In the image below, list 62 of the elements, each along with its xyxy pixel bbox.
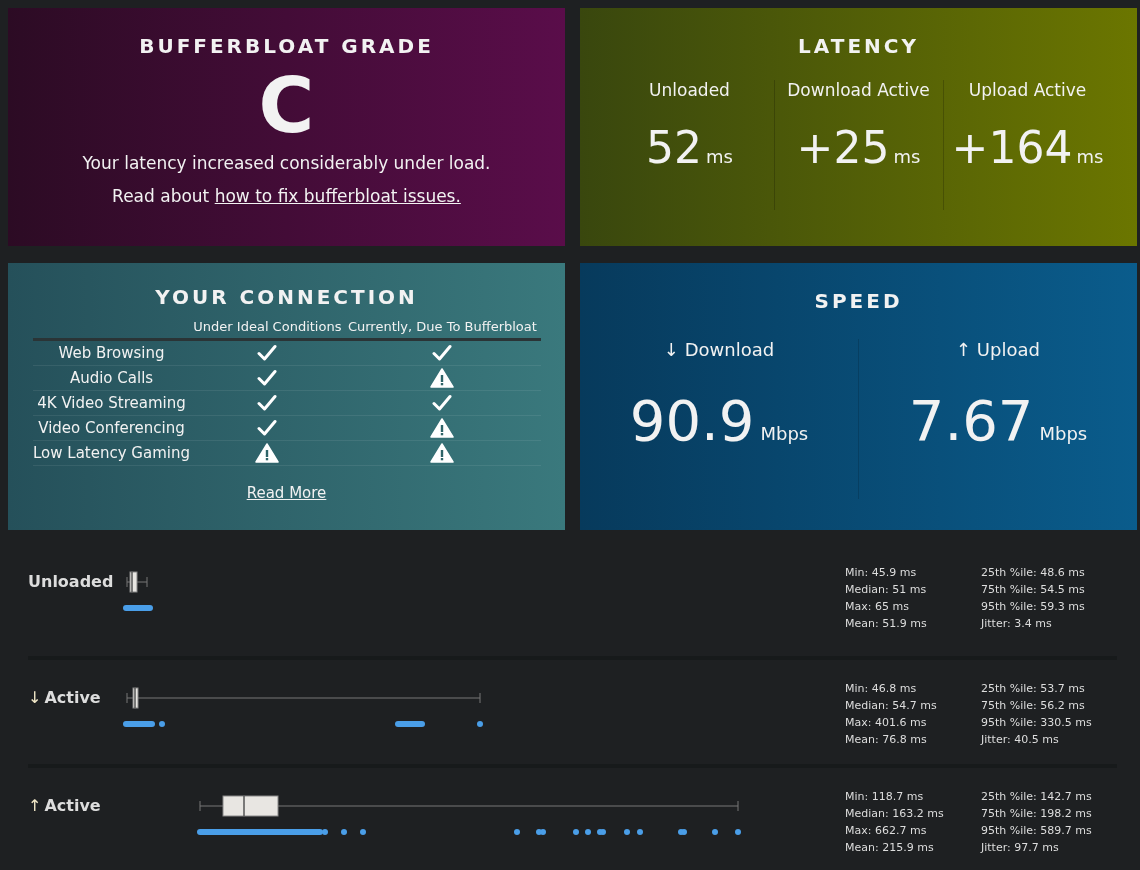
stat-text: 95th %ile: 59.3 ms [981, 599, 1086, 615]
card-title: BUFFERBLOAT GRADE [138, 34, 435, 58]
latency-unit: ms [893, 146, 921, 167]
speed-label: ↓ Download [662, 339, 776, 360]
stat-text: Median: 51 ms [845, 582, 928, 598]
stat-text: Min: 46.8 ms [845, 681, 918, 697]
read-more-link[interactable]: Read More [246, 484, 327, 502]
latency-value: +164 [951, 122, 1073, 173]
fix-link[interactable]: how to fix bufferbloat issues. [214, 186, 461, 206]
column-header: Under Ideal Conditions [190, 319, 345, 340]
arrow-icon: ↑ [28, 796, 42, 815]
stat-text: 95th %ile: 589.7 ms [981, 823, 1093, 839]
stat-text: Jitter: 97.7 ms [981, 840, 1060, 856]
latency-value: +25 [796, 122, 890, 173]
activity-label: Video Conferencing [38, 419, 185, 437]
stat-text: 25th %ile: 53.7 ms [981, 681, 1086, 697]
stat-text: 95th %ile: 330.5 ms [981, 715, 1093, 731]
sample-dots-drawing [123, 605, 153, 611]
latency-unit: ms [706, 146, 733, 167]
grade-letter: C [257, 68, 316, 144]
plot-label: Unloaded [28, 572, 114, 591]
stat-text: Mean: 51.9 ms [845, 616, 928, 632]
box-plot-drawing [126, 571, 148, 593]
stat-text: Median: 163.2 ms [845, 806, 945, 822]
fix-sentence: Read about how to fix bufferbloat issues. [111, 185, 462, 208]
stat-text: Min: 118.7 ms [845, 789, 925, 805]
activity-label: Low Latency Gaming [33, 444, 190, 462]
latency-label: Download Active [786, 80, 931, 100]
stat-text: 75th %ile: 56.2 ms [981, 698, 1086, 714]
stat-text: Median: 54.7 ms [845, 698, 938, 714]
plot-label: Active [44, 796, 101, 815]
stat-text: Jitter: 3.4 ms [981, 616, 1053, 632]
speed-unit: Mbps [1039, 423, 1088, 444]
stat-text: 25th %ile: 142.7 ms [981, 789, 1093, 805]
card-title: SPEED [813, 289, 904, 313]
stat-text: Max: 401.6 ms [845, 715, 928, 731]
stat-text: Mean: 215.9 ms [845, 840, 935, 856]
card-title: YOUR CONNECTION [154, 285, 419, 309]
stat-text: Jitter: 40.5 ms [981, 732, 1060, 748]
latency-label: Upload Active [967, 80, 1088, 100]
activity-label: Web Browsing [58, 344, 165, 362]
plot-label: Active [44, 688, 101, 707]
column-header: Currently, Due To Bufferbloat [344, 319, 541, 340]
stat-text: 25th %ile: 48.6 ms [981, 565, 1086, 581]
latency-unit: ms [1076, 146, 1104, 167]
grade-message: Your latency increased considerably under load. [81, 152, 492, 175]
speed-value: 90.9 [629, 388, 755, 453]
speed-unit: Mbps [760, 423, 809, 444]
activity-label: 4K Video Streaming [37, 394, 186, 412]
arrow-icon: ↓ [28, 688, 42, 707]
speed-label: ↑ Upload [955, 339, 1041, 360]
card-title: LATENCY [797, 34, 920, 58]
stat-text: Mean: 76.8 ms [845, 732, 928, 748]
stat-text: Min: 45.9 ms [845, 565, 918, 581]
stat-text: 75th %ile: 54.5 ms [981, 582, 1086, 598]
stat-text: Max: 662.7 ms [845, 823, 928, 839]
stat-text: 75th %ile: 198.2 ms [981, 806, 1093, 822]
speed-value: 7.67 [908, 388, 1034, 453]
activity-label: Audio Calls [69, 369, 154, 387]
stat-text: Max: 65 ms [845, 599, 910, 615]
latency-label: Unloaded [648, 80, 731, 100]
latency-value: 52 [646, 122, 703, 173]
